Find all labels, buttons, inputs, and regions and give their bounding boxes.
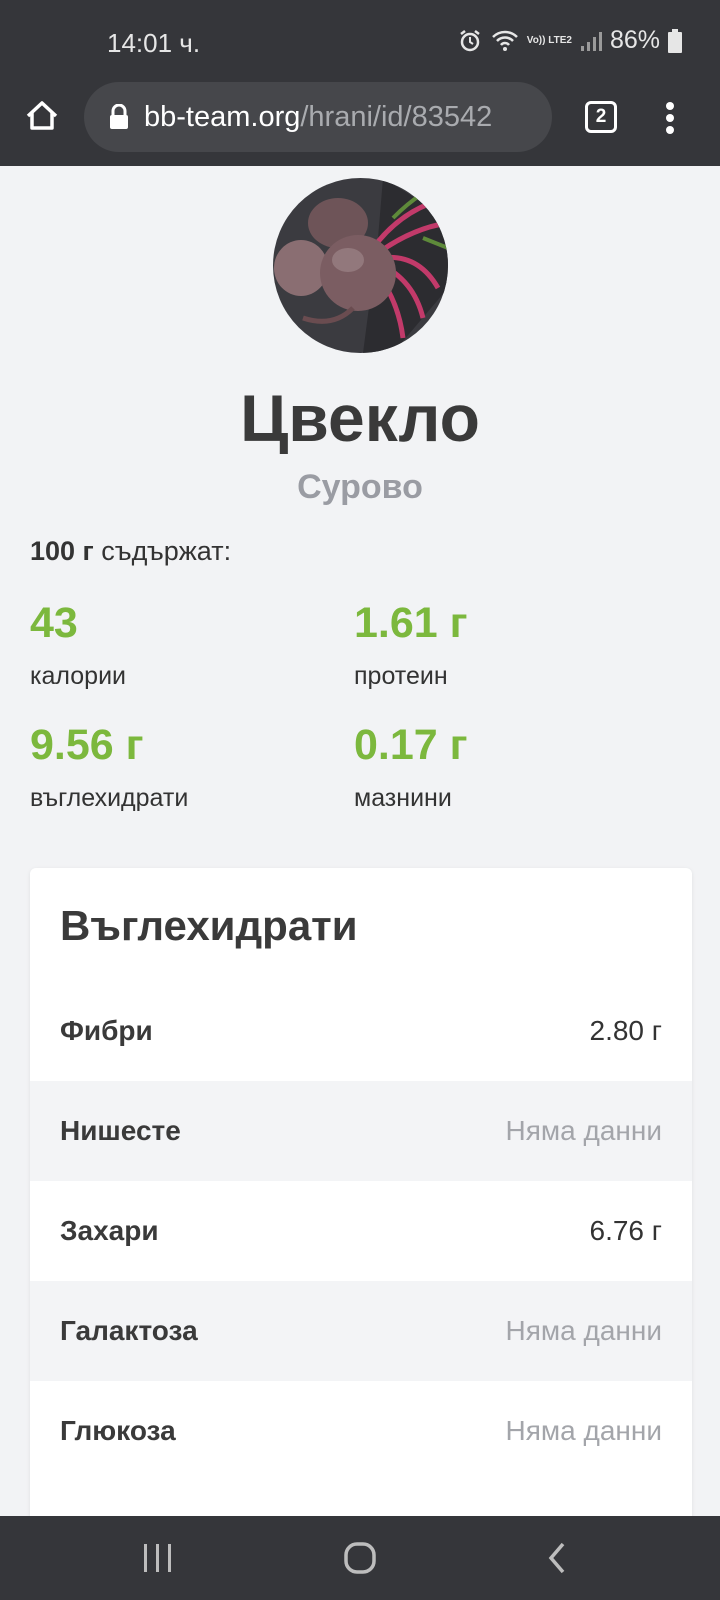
row-value: 2.80 г bbox=[589, 1015, 663, 1046]
network-label: Vo)) LTE2 bbox=[526, 34, 572, 46]
home-nav-icon[interactable] bbox=[340, 1538, 380, 1583]
url-domain: bb-team.org bbox=[144, 100, 301, 133]
beet-image bbox=[273, 178, 448, 353]
page-content: Цвекло Сурово 100 г съдържат: 43 калории… bbox=[0, 166, 720, 1516]
macro-calories: 43 калории bbox=[30, 598, 126, 691]
browser-toolbar: bb-team.org/hrani/id/83542 2 bbox=[0, 82, 720, 166]
macro-label: въглехидрати bbox=[30, 784, 189, 812]
url-path: /hrani/id/83542 bbox=[300, 100, 493, 133]
table-row: Галактоза Няма данни bbox=[30, 1281, 692, 1381]
row-value: Няма данни bbox=[505, 1315, 662, 1346]
macro-value: 43 bbox=[30, 599, 78, 647]
portion-text: 100 г съдържат: bbox=[30, 536, 231, 567]
macro-value: 9.56 г bbox=[30, 721, 144, 769]
macro-label: калории bbox=[30, 662, 126, 690]
status-icons: Vo)) LTE2 86% bbox=[457, 26, 682, 55]
food-subtitle: Сурово bbox=[297, 468, 423, 506]
macro-label: протеин bbox=[354, 662, 448, 690]
battery-icon bbox=[668, 28, 682, 53]
battery-percent: 86% bbox=[609, 26, 660, 54]
row-value: Няма данни bbox=[505, 1415, 662, 1446]
portion-suffix: съдържат: bbox=[93, 536, 232, 566]
table-row: Глюкоза Няма данни bbox=[30, 1381, 692, 1481]
row-name: Нишесте bbox=[60, 1115, 181, 1146]
card-title: Въглехидрати bbox=[60, 902, 358, 949]
system-nav-bar bbox=[0, 1516, 720, 1600]
macro-value: 0.17 г bbox=[354, 721, 468, 769]
status-time: 14:01 ч. bbox=[107, 28, 201, 58]
back-icon[interactable] bbox=[545, 1538, 569, 1583]
table-row: Нишесте Няма данни bbox=[30, 1081, 692, 1181]
wifi-icon bbox=[491, 29, 519, 53]
tabs-icon[interactable]: 2 bbox=[585, 101, 617, 133]
carbs-card: Въглехидрати Фибри 2.80 г Нишесте Няма д… bbox=[30, 868, 692, 1516]
more-vert-icon[interactable] bbox=[660, 98, 680, 138]
recents-icon[interactable] bbox=[142, 1538, 174, 1583]
row-name: Глюкоза bbox=[60, 1415, 176, 1446]
row-value: 6.76 г bbox=[589, 1215, 663, 1246]
macro-carbs: 9.56 г въглехидрати bbox=[30, 720, 188, 813]
url-text: bb-team.org/hrani/id/83542 bbox=[144, 101, 492, 134]
row-name: Фибри bbox=[60, 1015, 153, 1046]
macro-fat: 0.17 г мазнини bbox=[354, 720, 468, 813]
row-name: Галактоза bbox=[60, 1315, 198, 1346]
food-title: Цвекло bbox=[240, 381, 480, 455]
lock-icon bbox=[108, 103, 130, 130]
macro-value: 1.61 г bbox=[354, 599, 468, 647]
portion-amount: 100 г bbox=[30, 536, 94, 566]
macro-label: мазнини bbox=[354, 784, 452, 812]
alarm-icon bbox=[457, 28, 483, 54]
tab-count: 2 bbox=[595, 106, 607, 127]
address-bar[interactable]: bb-team.org/hrani/id/83542 bbox=[84, 82, 552, 152]
home-icon[interactable] bbox=[22, 96, 62, 136]
signal-icon bbox=[580, 30, 602, 52]
macro-protein: 1.61 г протеин bbox=[354, 598, 468, 691]
table-row: Захари 6.76 г bbox=[30, 1181, 692, 1281]
status-bar: 14:01 ч. Vo)) LTE2 86% bbox=[0, 0, 720, 82]
table-row: Фибри 2.80 г bbox=[30, 981, 692, 1081]
row-value: Няма данни bbox=[505, 1115, 662, 1146]
row-name: Захари bbox=[60, 1215, 159, 1246]
